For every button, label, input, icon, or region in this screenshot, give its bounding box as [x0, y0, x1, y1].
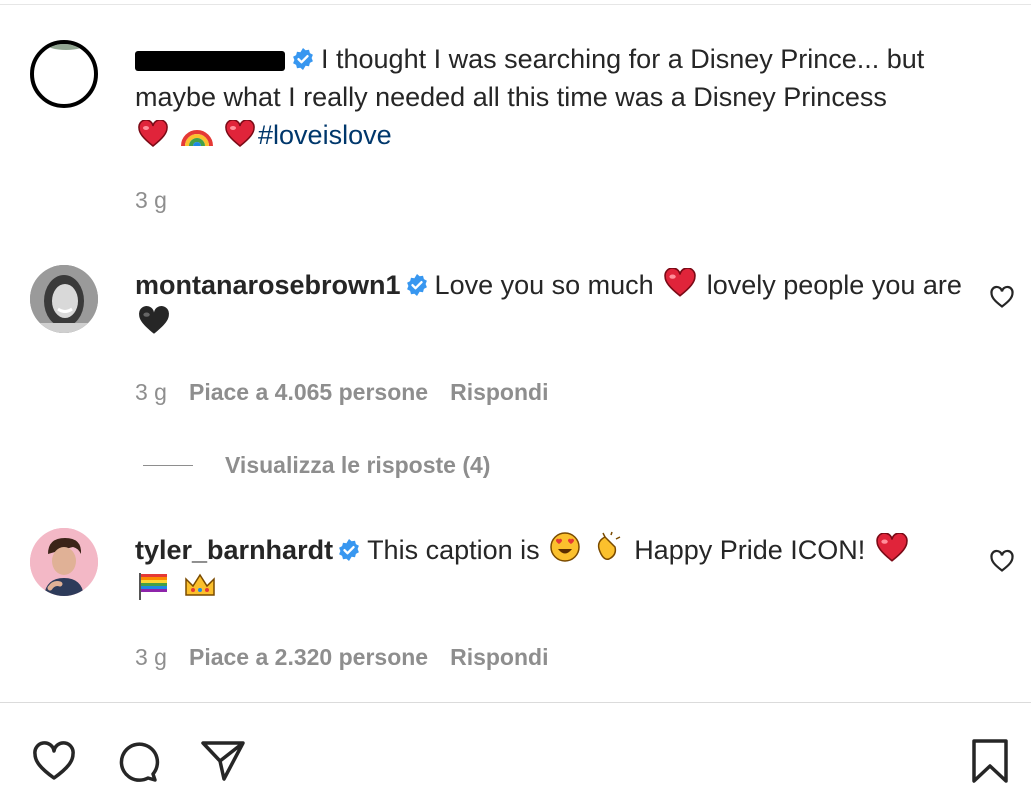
comment-time: 3 g: [135, 379, 167, 405]
likes-count[interactable]: Piace a 4.065 persone: [189, 379, 428, 405]
top-divider: [0, 4, 1031, 5]
comment-text-part1: Love you so much: [434, 270, 654, 300]
view-replies-button[interactable]: Visualizza le risposte (4): [143, 452, 490, 479]
reply-button[interactable]: Rispondi: [450, 644, 548, 670]
heart-eyes-emoji-icon: [550, 532, 580, 562]
montana-avatar[interactable]: [30, 265, 98, 333]
comment-time: 3 g: [135, 644, 167, 670]
post-caption: I thought I was searching for a Disney P…: [135, 40, 985, 154]
red-heart-emoji-icon: [138, 120, 168, 147]
comment-username[interactable]: tyler_barnhardt: [135, 535, 333, 565]
verified-badge-icon: [293, 48, 313, 70]
crown-emoji-icon: [184, 573, 215, 596]
caption-meta: 3 g: [135, 187, 189, 214]
caption-time: 3 g: [135, 187, 167, 213]
replies-dash: [143, 465, 193, 466]
reply-button[interactable]: Rispondi: [450, 379, 548, 405]
heart-outline-icon[interactable]: [30, 737, 78, 785]
comment-text-part2: Happy Pride ICON!: [634, 535, 866, 565]
comment-username[interactable]: montanarosebrown1: [135, 270, 401, 300]
redacted-username[interactable]: [135, 50, 285, 71]
action-bar-divider: [0, 702, 1031, 703]
comment-bubble-icon[interactable]: [113, 737, 161, 785]
comment-text-part1: This caption is: [367, 535, 540, 565]
red-heart-emoji-icon: [664, 268, 696, 297]
comment-like-heart-icon[interactable]: [989, 285, 1015, 309]
comment-meta: 3 g Piace a 4.065 persone Rispondi: [135, 379, 570, 406]
clapping-hands-emoji-icon: [597, 531, 621, 561]
verified-badge-icon: [406, 274, 427, 296]
red-heart-emoji-icon: [876, 533, 908, 562]
rainbow-flag-emoji-icon: [139, 573, 167, 600]
bookmark-icon[interactable]: [966, 737, 1014, 785]
comment-montana: montanarosebrown1 Love you so much lovely…: [135, 266, 985, 342]
author-avatar[interactable]: [30, 40, 98, 108]
comment-text-part2: lovely people you are: [706, 270, 962, 300]
black-heart-emoji-icon: [139, 306, 169, 334]
likes-count[interactable]: Piace a 2.320 persone: [189, 644, 428, 670]
view-replies-label[interactable]: Visualizza le risposte (4): [225, 452, 490, 479]
paper-plane-icon[interactable]: [199, 737, 247, 785]
red-heart-emoji-icon: [225, 120, 255, 147]
rainbow-emoji-icon: [180, 130, 213, 147]
comment-meta: 3 g Piace a 2.320 persone Rispondi: [135, 644, 570, 671]
tyler-avatar[interactable]: [30, 528, 98, 596]
verified-badge-icon: [339, 539, 359, 561]
comment-tyler: tyler_barnhardt This caption is Happy Pri…: [135, 531, 985, 607]
hashtag-link[interactable]: #loveislove: [258, 120, 392, 150]
comment-like-heart-icon[interactable]: [989, 549, 1015, 573]
